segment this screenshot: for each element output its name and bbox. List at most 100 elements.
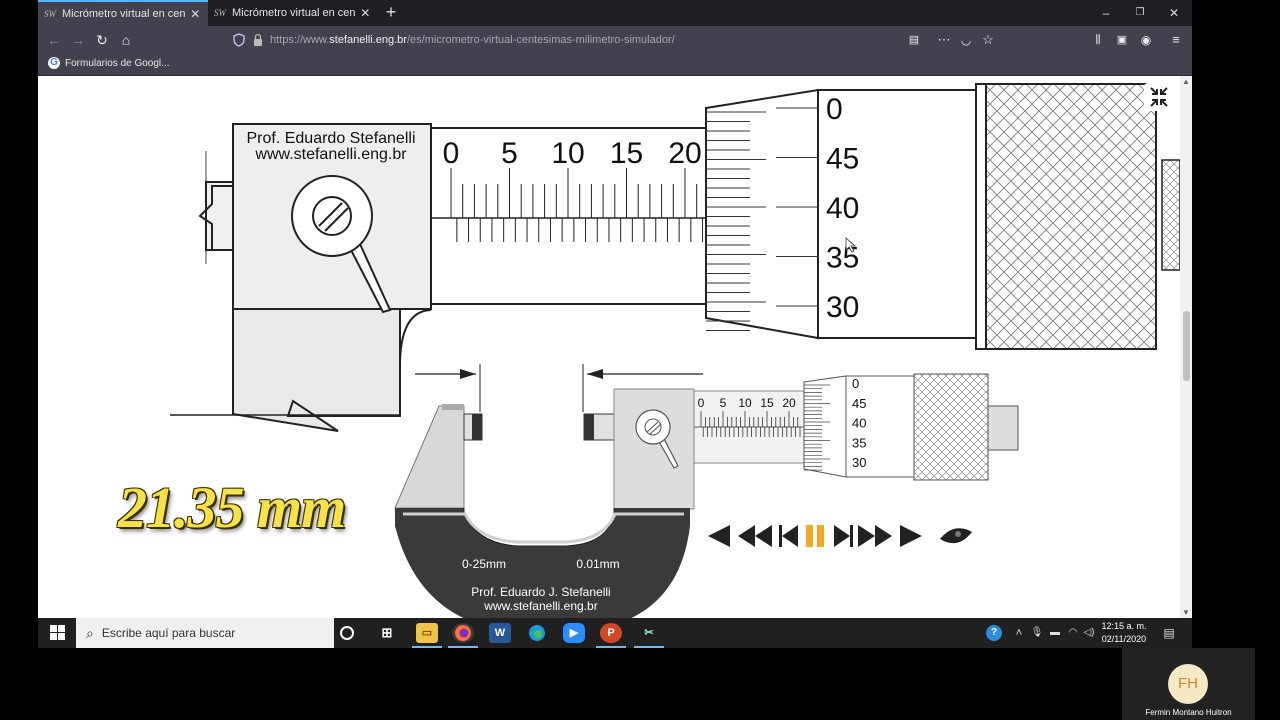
tab-bar: SW Micrómetro virtual en centésim ✕ SW M…	[38, 0, 1192, 26]
zoom-icon[interactable]: ▶	[563, 623, 585, 643]
last-icon[interactable]	[900, 525, 922, 547]
site-favicon: SW	[214, 8, 226, 18]
page-content: Prof. Eduardo Stefanelli www.stefanelli.…	[38, 76, 1192, 618]
tab-inactive[interactable]: SW Micrómetro virtual en centésim ✕	[208, 0, 378, 26]
clock-time: 12:15 a. m.	[1101, 621, 1147, 631]
sleeve-label: 5	[720, 396, 727, 410]
notifications-icon[interactable]: ▤	[1158, 623, 1180, 643]
more-actions-icon[interactable]: ⋯	[934, 31, 954, 49]
edge-icon[interactable]	[526, 623, 548, 643]
taskbar-search-box[interactable]: ⌕ Escribe aquí para buscar	[76, 618, 334, 648]
file-explorer-icon[interactable]: ▭	[416, 623, 438, 643]
pause-icon[interactable]	[806, 525, 824, 547]
system-clock[interactable]: 12:15 a. m. 02/11/2020	[1098, 620, 1150, 646]
powerpoint-icon[interactable]: P	[600, 623, 622, 643]
thimble-label: 30	[826, 291, 859, 324]
big-frame	[232, 307, 401, 432]
forward-fast-icon[interactable]	[858, 525, 892, 547]
firefox-icon[interactable]	[452, 623, 474, 643]
new-tab-button[interactable]: +	[381, 3, 401, 23]
range-label: 0-25mm	[462, 557, 506, 571]
running-indicator	[634, 646, 664, 648]
thimble-label: 30	[852, 455, 866, 470]
sleeve-label: 10	[551, 137, 584, 170]
tab-active[interactable]: SW Micrómetro virtual en centésim ✕	[38, 0, 208, 26]
fullscreen-exit-icon[interactable]	[1144, 83, 1174, 111]
search-icon: ⌕	[86, 624, 94, 641]
thimble-label: 35	[826, 242, 859, 275]
close-window-button[interactable]: ✕	[1158, 4, 1190, 22]
pocket-icon[interactable]: ◡	[956, 31, 976, 49]
lock-icon	[254, 33, 262, 46]
running-indicator	[448, 646, 478, 648]
scroll-up-icon[interactable]: ▲	[1182, 77, 1190, 86]
thimble-label: 40	[826, 192, 859, 225]
windows-taskbar: ⌕ Escribe aquí para buscar ⊞ ▭ W ▶ P ✂ ?…	[38, 618, 1192, 648]
eye-icon[interactable]	[940, 528, 972, 544]
minimize-button[interactable]: –	[1090, 4, 1122, 22]
first-icon[interactable]	[708, 525, 730, 547]
help-icon[interactable]: ?	[986, 625, 1002, 641]
big-credit-1: Prof. Eduardo Stefanelli	[247, 130, 416, 147]
sleeve-label: 0	[698, 396, 705, 410]
google-icon: G	[48, 57, 60, 69]
scrollbar-thumb[interactable]	[1183, 311, 1190, 381]
big-spindle-stub	[205, 181, 235, 251]
black-margin	[1192, 0, 1280, 648]
measurement-readout: 21.35 mm	[118, 475, 346, 540]
page-scrollbar[interactable]: ▲ ▼	[1180, 76, 1192, 618]
scroll-down-icon[interactable]: ▼	[1182, 608, 1190, 617]
step-forward-icon[interactable]	[834, 525, 853, 547]
sleeve-label: 20	[782, 396, 796, 410]
sidebar-icon[interactable]: ▣	[1112, 31, 1132, 49]
url-path: /es/micrometro-virtual-centesimas-milime…	[406, 34, 675, 46]
small-credit-1: Prof. Eduardo J. Stefanelli	[471, 585, 610, 599]
home-button[interactable]: ⌂	[116, 31, 136, 49]
snipping-tool-icon[interactable]: ✂	[638, 623, 660, 643]
task-view-icon[interactable]: ⊞	[376, 623, 398, 643]
search-placeholder: Escribe aquí para buscar	[101, 626, 236, 640]
reader-view-icon[interactable]: ▤	[904, 31, 924, 49]
navigation-bar: ← → ↻ ⌂ https://www. stefanelli.eng.br/es…	[38, 26, 1192, 54]
close-tab-icon[interactable]: ✕	[189, 7, 202, 21]
thimble-label: 45	[826, 143, 859, 176]
volume-icon[interactable]: ◁)	[1078, 623, 1100, 643]
big-ratchet-knob[interactable]	[985, 83, 1157, 350]
bookmark-google-forms[interactable]: G Formularios de Googl...	[48, 57, 170, 69]
rewind-fast-icon[interactable]	[738, 525, 772, 547]
sleeve-label: 0	[443, 137, 460, 170]
running-indicator	[596, 646, 626, 648]
participant-name: Fermin Montano Huitron	[1145, 708, 1232, 717]
big-thimble-bevel	[705, 88, 819, 340]
back-button[interactable]: ←	[44, 31, 64, 49]
participant-video-tile[interactable]: FH Fermin Montano Huitron	[1122, 648, 1255, 720]
bookmark-label: Formularios de Googl...	[65, 57, 170, 69]
bookmark-star-icon[interactable]: ☆	[978, 31, 998, 49]
step-back-icon[interactable]	[779, 525, 798, 547]
forward-button[interactable]: →	[68, 31, 88, 49]
thimble-label: 40	[852, 416, 866, 431]
close-tab-icon[interactable]: ✕	[359, 6, 372, 20]
url-bar[interactable]: https://www. stefanelli.eng.br/es/microme…	[228, 29, 938, 51]
small-credit-2: www.stefanelli.eng.br	[483, 599, 597, 613]
url-prefix: https://www.	[270, 34, 330, 46]
reload-button[interactable]: ↻	[92, 31, 112, 49]
thimble-label: 0	[826, 93, 843, 126]
url-host: stefanelli.eng.br	[329, 34, 407, 46]
running-indicator	[412, 646, 442, 648]
menu-icon[interactable]: ≡	[1166, 31, 1186, 49]
bookmarks-bar: G Formularios de Googl...	[38, 54, 1192, 76]
windows-start-icon[interactable]	[50, 625, 66, 641]
site-favicon: SW	[44, 9, 56, 19]
small-ratchet-knob[interactable]	[913, 373, 989, 481]
word-icon[interactable]: W	[489, 623, 511, 643]
restore-button[interactable]: ❐	[1124, 4, 1156, 22]
clock-date: 02/11/2020	[1101, 634, 1147, 644]
sleeve-label: 10	[738, 396, 752, 410]
account-icon[interactable]: ◉	[1136, 31, 1156, 49]
resolution-label: 0.01mm	[576, 557, 619, 571]
shield-icon[interactable]	[232, 33, 246, 47]
library-icon[interactable]: ⫼	[1088, 31, 1108, 49]
cortana-icon[interactable]	[340, 626, 354, 640]
sleeve-label: 15	[760, 396, 774, 410]
